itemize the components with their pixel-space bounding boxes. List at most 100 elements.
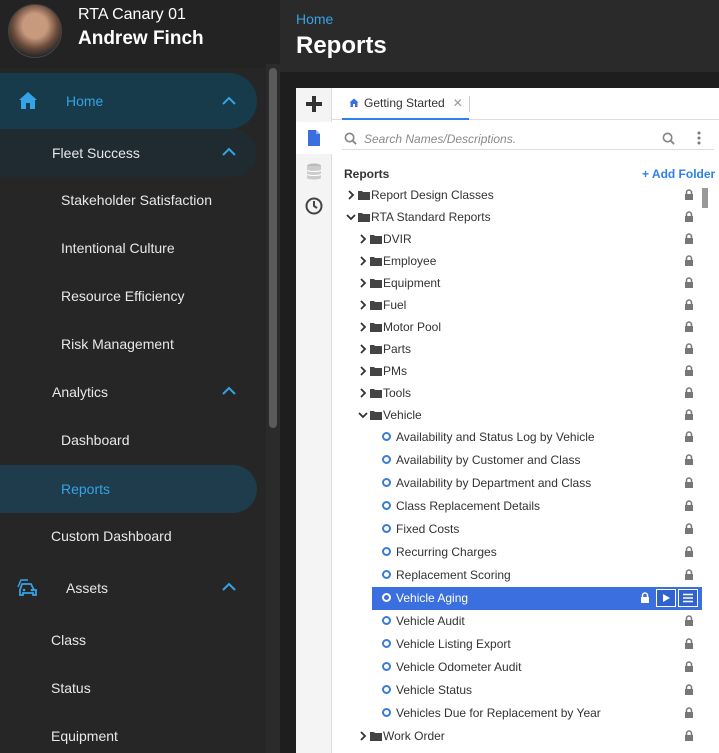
tree-item-label: Employee	[383, 254, 437, 268]
tree-item-label: Vehicle	[383, 408, 422, 422]
run-report-button[interactable]	[656, 589, 676, 607]
page-header: Home Reports	[280, 0, 719, 72]
tree-folder-row[interactable]: Motor Pool	[296, 316, 702, 338]
sidebar-item-stakeholder-satisfaction[interactable]: Stakeholder Satisfaction	[0, 176, 266, 224]
tree-folder-row[interactable]: Vehicle	[296, 404, 702, 426]
lock-icon	[685, 638, 693, 649]
tree-folder-row[interactable]: Parts	[296, 338, 702, 360]
sidebar-item-label: Risk Management	[61, 336, 174, 352]
sidebar-item-home[interactable]: Home	[0, 73, 257, 129]
report-icon	[382, 708, 391, 717]
tree-folder-row[interactable]: RTA Standard Reports	[296, 206, 702, 228]
tree-report-row[interactable]: Vehicle Audit	[296, 610, 702, 633]
tree-folder-row[interactable]: Equipment	[296, 272, 702, 294]
chevron-right-icon[interactable]	[358, 731, 368, 741]
report-menu-button[interactable]	[678, 589, 698, 607]
tree-report-row[interactable]: Class Replacement Details	[296, 495, 702, 518]
folder-icon	[370, 411, 382, 420]
close-icon[interactable]: ✕	[453, 96, 463, 110]
scrollbar-thumb[interactable]	[269, 68, 277, 428]
tree-item-label: Availability and Status Log by Vehicle	[396, 430, 595, 444]
report-icon	[382, 478, 391, 487]
report-icon	[382, 501, 391, 510]
tree-item-label: RTA Standard Reports	[371, 210, 491, 224]
chevron-up-icon[interactable]	[220, 382, 238, 400]
more-options-icon[interactable]	[696, 130, 702, 146]
chevron-right-icon[interactable]	[358, 278, 368, 288]
sidebar-item-fleet-success[interactable]: Fleet Success	[0, 129, 257, 177]
sidebar-item-analytics[interactable]: Analytics	[0, 368, 266, 416]
tree-folder-row[interactable]: Fuel	[296, 294, 702, 316]
tree-folder-row[interactable]: Employee	[296, 250, 702, 272]
chevron-down-icon[interactable]	[346, 212, 356, 222]
tree-report-row[interactable]: Vehicle Aging	[372, 587, 702, 610]
tab-divider	[469, 96, 470, 112]
tree-report-row[interactable]: Vehicle Odometer Audit	[296, 656, 702, 679]
tree-item-label: Vehicle Audit	[396, 614, 465, 628]
sidebar-item-dashboard[interactable]: Dashboard	[0, 416, 266, 464]
home-icon	[349, 98, 359, 107]
plus-icon	[306, 96, 322, 112]
sidebar-item-custom-dashboard[interactable]: Custom Dashboard	[0, 512, 266, 560]
folder-icon	[370, 367, 382, 376]
search-input[interactable]	[364, 130, 654, 148]
lock-icon	[685, 684, 693, 695]
sidebar-item-label: Analytics	[52, 384, 109, 400]
sidebar-item-risk-management[interactable]: Risk Management	[0, 320, 266, 368]
report-icon	[382, 639, 391, 648]
chevron-up-icon[interactable]	[220, 578, 238, 596]
lock-icon	[685, 477, 693, 488]
sidebar-item-intentional-culture[interactable]: Intentional Culture	[0, 224, 266, 272]
folder-icon	[370, 323, 382, 332]
breadcrumb[interactable]: Home	[296, 11, 333, 27]
tree-folder-row[interactable]: Report Design Classes	[296, 184, 702, 206]
tree-folder-row[interactable]: PMs	[296, 360, 702, 382]
sidebar-item-reports[interactable]: Reports	[0, 465, 257, 513]
tree-item-label: Recurring Charges	[396, 545, 497, 559]
tree-report-row[interactable]: Fixed Costs	[296, 518, 702, 541]
tree-folder-row[interactable]: DVIR	[296, 228, 702, 250]
chevron-right-icon[interactable]	[358, 256, 368, 266]
chevron-down-icon[interactable]	[358, 410, 368, 420]
tree-report-row[interactable]: Vehicle Listing Export	[296, 633, 702, 656]
tree-folder-row[interactable]: Work Order	[296, 725, 702, 747]
sidebar-item-assets[interactable]: Assets	[0, 564, 266, 612]
chevron-right-icon[interactable]	[358, 234, 368, 244]
add-folder-button[interactable]: + Add Folder	[642, 167, 715, 181]
sidebar-item-resource-efficiency[interactable]: Resource Efficiency	[0, 272, 266, 320]
tree-scrollbar-thumb[interactable]	[702, 188, 708, 208]
chevron-up-icon[interactable]	[220, 143, 238, 161]
chevron-right-icon[interactable]	[358, 300, 368, 310]
tree-report-row[interactable]: Vehicles Due for Replacement by Year	[296, 702, 702, 725]
tree-report-row[interactable]: Availability and Status Log by Vehicle	[296, 426, 702, 449]
sidebar-item-label: Intentional Culture	[61, 240, 175, 256]
sidebar-item-status[interactable]: Status	[0, 664, 266, 712]
sidebar-item-label: Dashboard	[61, 432, 130, 448]
tree-item-label: Fuel	[383, 298, 407, 312]
tree-item-label: Vehicle Status	[396, 683, 473, 697]
search-submit-icon[interactable]	[662, 132, 675, 145]
sidebar-item-class[interactable]: Class	[0, 616, 266, 664]
tree-report-row[interactable]: Replacement Scoring	[296, 564, 702, 587]
lock-icon	[685, 661, 693, 672]
chevron-right-icon[interactable]	[358, 366, 368, 376]
chevron-right-icon[interactable]	[358, 388, 368, 398]
chevron-right-icon[interactable]	[346, 190, 356, 200]
add-button[interactable]	[296, 88, 332, 120]
reports-tool-button[interactable]	[296, 122, 332, 154]
chevron-up-icon[interactable]	[220, 92, 238, 110]
chevron-right-icon[interactable]	[358, 322, 368, 332]
tree-report-row[interactable]: Availability by Customer and Class	[296, 449, 702, 472]
tree-report-row[interactable]: Recurring Charges	[296, 541, 702, 564]
sidebar-scrollbar[interactable]	[266, 64, 280, 753]
tab-getting-started[interactable]: Getting Started ✕	[342, 88, 469, 120]
sidebar-item-equipment[interactable]: Equipment	[0, 712, 266, 753]
sidebar-nav: Home Fleet Success Stakeholder Satisfact…	[0, 68, 266, 753]
tree-report-row[interactable]: Availability by Department and Class	[296, 472, 702, 495]
tree-item-label: Vehicles Due for Replacement by Year	[396, 706, 601, 720]
tree-report-row[interactable]: Vehicle Status	[296, 679, 702, 702]
chevron-right-icon[interactable]	[358, 344, 368, 354]
tree-folder-row[interactable]: Tools	[296, 382, 702, 404]
lock-icon	[685, 255, 693, 266]
avatar[interactable]	[8, 4, 62, 58]
